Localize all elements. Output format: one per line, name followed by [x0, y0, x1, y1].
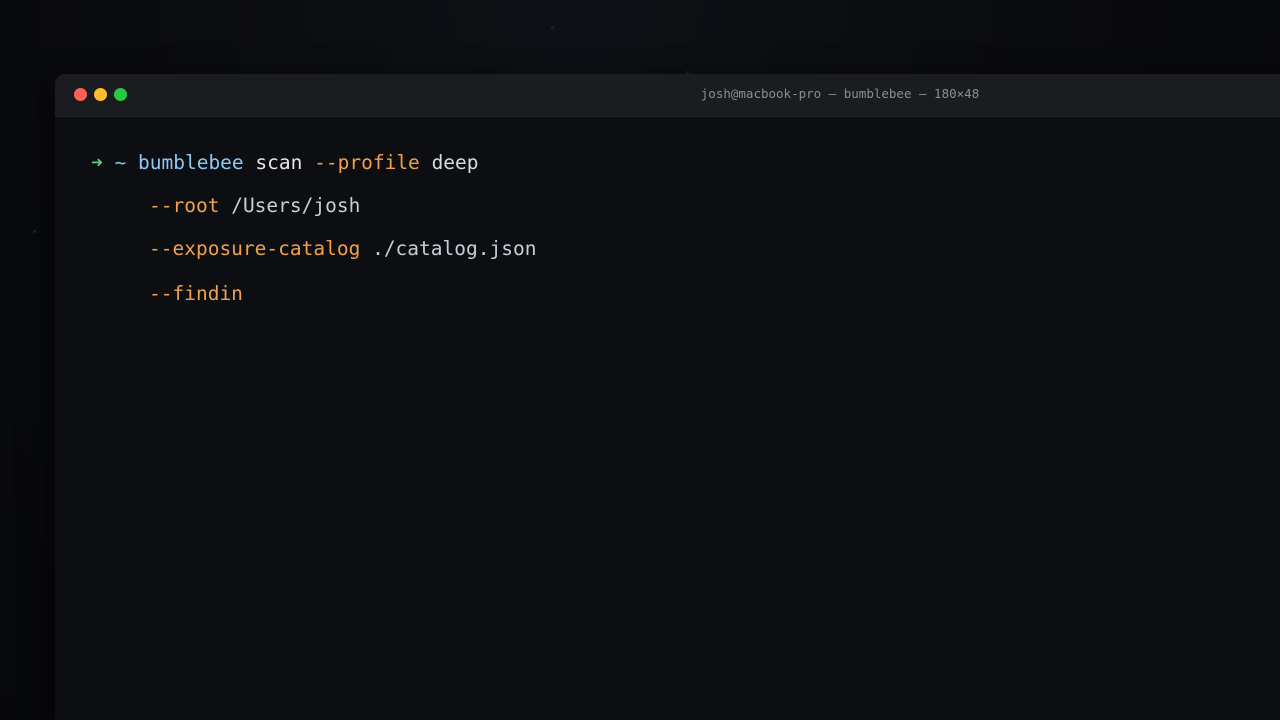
- flag-value: /Users/josh: [231, 194, 361, 217]
- terminal-input-line[interactable]: --findin: [149, 278, 243, 307]
- subcommand: scan: [255, 151, 303, 174]
- command-flag: --profile: [314, 151, 420, 174]
- background-speck: [551, 26, 554, 29]
- flag-value: deep: [431, 151, 479, 174]
- command-name: bumblebee: [138, 151, 244, 174]
- prompt-path: ~: [114, 151, 127, 174]
- terminal-output[interactable]: ➜ ~ bumblebee scan --profile deep --root…: [55, 117, 1280, 720]
- terminal-line: --exposure-catalog ./catalog.json: [149, 236, 536, 262]
- command-flag: --exposure-catalog: [149, 237, 361, 260]
- zoom-window-button[interactable]: [114, 88, 127, 101]
- terminal-line: --root /Users/josh: [149, 193, 360, 219]
- window-title: josh@macbook-pro — bumblebee — 180×48: [700, 86, 980, 101]
- flag-value: ./catalog.json: [372, 237, 537, 260]
- background-speck: [33, 230, 36, 233]
- minimize-window-button[interactable]: [94, 88, 107, 101]
- command-flag: --findin: [149, 282, 243, 305]
- terminal-line: ➜ ~ bumblebee scan --profile deep: [91, 150, 479, 176]
- prompt-arrow-icon: ➜: [91, 151, 103, 174]
- window-titlebar[interactable]: josh@macbook-pro — bumblebee — 180×48: [55, 74, 1280, 117]
- command-flag: --root: [149, 194, 220, 217]
- close-window-button[interactable]: [74, 88, 87, 101]
- terminal-window[interactable]: josh@macbook-pro — bumblebee — 180×48 ➜ …: [55, 74, 1280, 720]
